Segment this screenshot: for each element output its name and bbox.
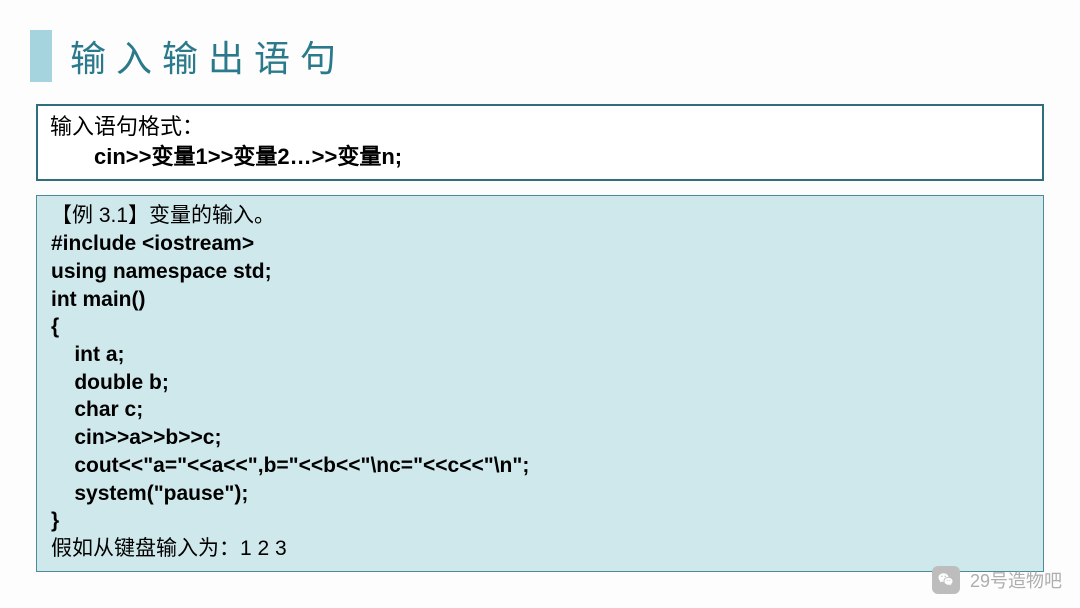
format-heading: 输入语句格式： bbox=[50, 112, 1030, 142]
code-line: int main() bbox=[51, 286, 1029, 314]
input-format-box: 输入语句格式： cin>>变量1>>变量2…>>变量n; bbox=[36, 104, 1044, 181]
code-line: cin>>a>>b>>c; bbox=[51, 424, 1029, 452]
code-line: int a; bbox=[51, 341, 1029, 369]
slide-title: 输入输出语句 bbox=[70, 30, 346, 82]
code-line: double b; bbox=[51, 369, 1029, 397]
title-row: 输入输出语句 bbox=[30, 30, 1050, 82]
example-box: 【例 3.1】变量的输入。 #include <iostream> using … bbox=[36, 195, 1044, 571]
format-syntax: cin>>变量1>>变量2…>>变量n; bbox=[50, 142, 1030, 172]
watermark-text: 29号造物吧 bbox=[970, 567, 1062, 593]
code-line: { bbox=[51, 313, 1029, 341]
example-heading: 【例 3.1】变量的输入。 bbox=[51, 202, 1029, 230]
code-line: system("pause"); bbox=[51, 480, 1029, 508]
code-line: char c; bbox=[51, 396, 1029, 424]
slide: 输入输出语句 输入语句格式： cin>>变量1>>变量2…>>变量n; 【例 3… bbox=[0, 0, 1080, 608]
code-line: using namespace std; bbox=[51, 258, 1029, 286]
code-line: cout<<"a="<<a<<",b="<<b<<"\nc="<<c<<"\n"… bbox=[51, 452, 1029, 480]
code-line: } bbox=[51, 507, 1029, 535]
title-accent-bar bbox=[30, 30, 52, 82]
code-line: #include <iostream> bbox=[51, 230, 1029, 258]
wechat-icon bbox=[932, 566, 960, 594]
watermark: 29号造物吧 bbox=[932, 566, 1062, 594]
example-footer: 假如从键盘输入为：1 2 3 bbox=[51, 535, 1029, 563]
